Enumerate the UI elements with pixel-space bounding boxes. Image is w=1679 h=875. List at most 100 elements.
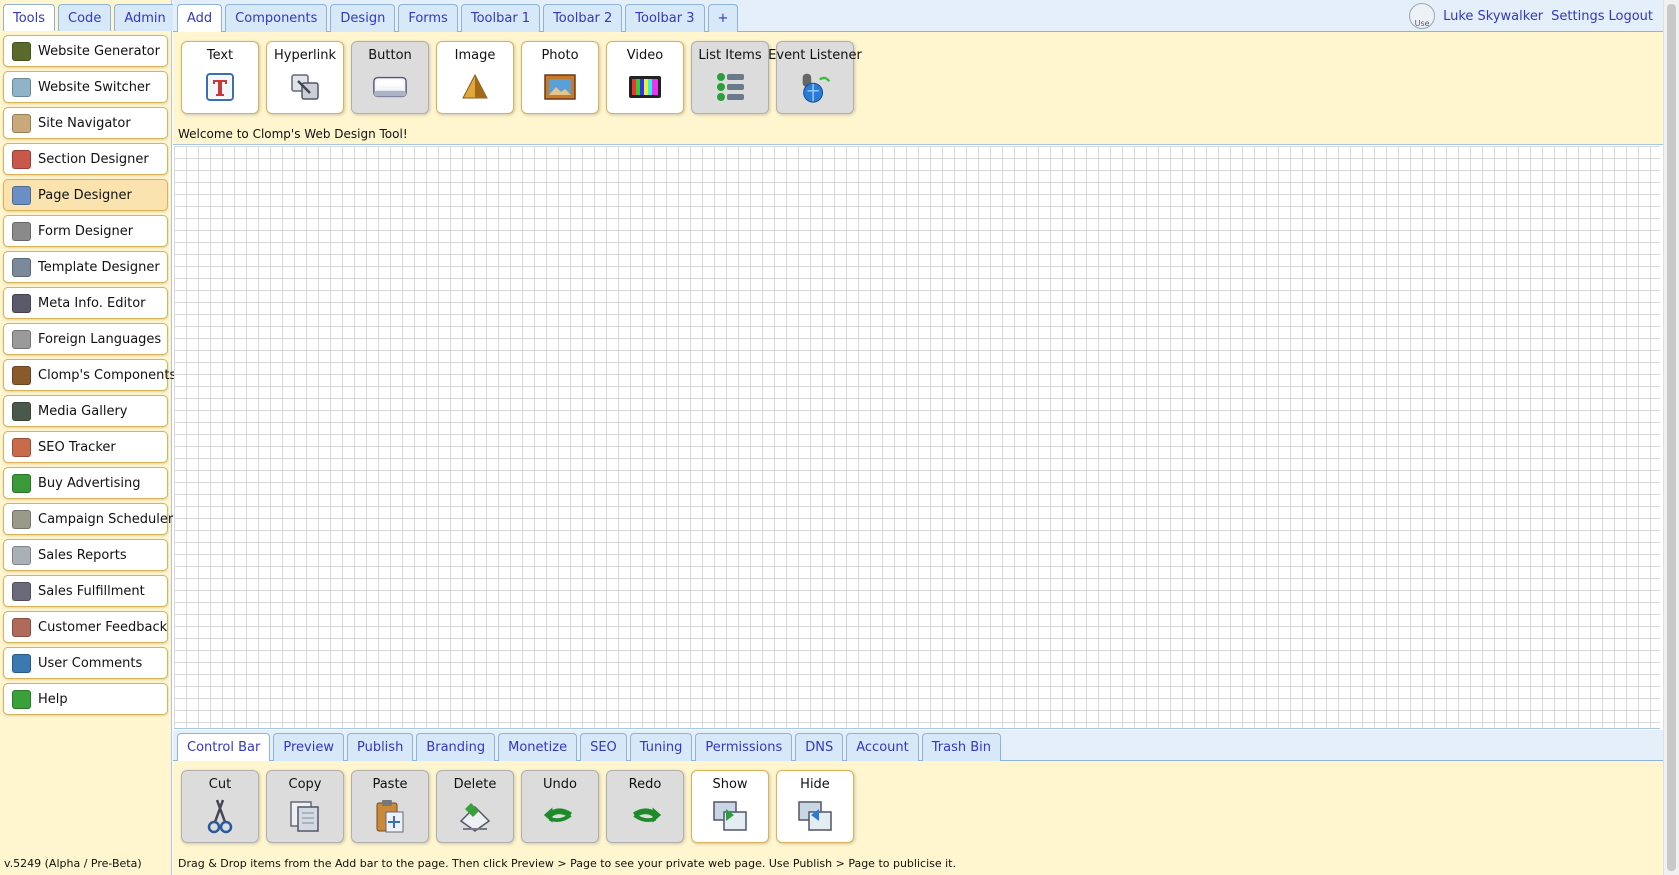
sidebar-item-site-navigator[interactable]: Site Navigator bbox=[3, 107, 168, 139]
tool-label: Delete bbox=[453, 777, 497, 792]
sidebar-item-label: Customer Feedback bbox=[38, 619, 168, 635]
user-avatar[interactable]: Use bbox=[1409, 3, 1436, 29]
site-navigator-icon bbox=[12, 113, 31, 133]
tab-admin[interactable]: Admin bbox=[114, 4, 176, 31]
hide-icon bbox=[797, 798, 833, 834]
sidebar-item-label: Help bbox=[38, 691, 68, 707]
sidebar-list: Website Generator Website Switcher Site Na… bbox=[3, 35, 176, 719]
sidebar-item-template-designer[interactable]: Template Designer bbox=[3, 251, 168, 283]
tab-dns[interactable]: DNS bbox=[795, 733, 844, 761]
redo-button[interactable]: Redo bbox=[606, 770, 684, 843]
tab-design[interactable]: Design bbox=[330, 4, 396, 32]
delete-button[interactable]: Delete bbox=[436, 770, 514, 843]
photo-button[interactable]: Photo bbox=[521, 41, 599, 114]
video-button[interactable]: Video bbox=[606, 41, 684, 114]
sales-fulfillment-icon bbox=[12, 581, 31, 601]
tab-toolbar-1[interactable]: Toolbar 1 bbox=[460, 4, 541, 32]
tab-add[interactable]: Add bbox=[177, 4, 223, 32]
scroll-thumb[interactable] bbox=[1667, 4, 1676, 871]
photo-icon bbox=[542, 69, 578, 105]
sidebar-item-label: Site Navigator bbox=[38, 115, 131, 131]
sales-reports-icon bbox=[12, 545, 31, 565]
tab-tools[interactable]: Tools bbox=[3, 4, 56, 31]
show-button[interactable]: Show bbox=[691, 770, 769, 843]
sidebar-item-label: Media Gallery bbox=[38, 403, 128, 419]
cut-button[interactable]: Cut bbox=[181, 770, 259, 843]
image-icon bbox=[457, 69, 493, 105]
copy-button[interactable]: Copy bbox=[266, 770, 344, 843]
sidebar-item-meta-info-editor[interactable]: Meta Info. Editor bbox=[3, 287, 168, 319]
tab-code[interactable]: Code bbox=[58, 4, 112, 31]
sidebar-item-label: User Comments bbox=[38, 655, 143, 671]
control-buttons-row: Cut Copy Paste Delete Undo Redo Show Hide bbox=[181, 770, 854, 843]
event-listener-button[interactable]: Event Listener bbox=[768, 41, 862, 114]
sidebar-item-clomp-s-components[interactable]: Clomp's Components bbox=[3, 359, 176, 391]
undo-icon bbox=[542, 798, 578, 834]
sidebar-item-label: Website Switcher bbox=[38, 79, 151, 95]
page-scrollbar[interactable] bbox=[1663, 0, 1679, 875]
sidebar-item-section-designer[interactable]: Section Designer bbox=[3, 143, 168, 175]
sidebar-item-campaign-scheduler[interactable]: Campaign Scheduler bbox=[3, 503, 173, 535]
tool-label: Undo bbox=[543, 777, 577, 792]
sidebar-item-help[interactable]: Help bbox=[3, 683, 168, 715]
sidebar-item-label: Buy Advertising bbox=[38, 475, 141, 491]
user-name-link[interactable]: Luke Skywalker bbox=[1443, 9, 1543, 24]
tab-forms[interactable]: Forms bbox=[398, 4, 458, 32]
sidebar-item-label: Website Generator bbox=[38, 43, 160, 59]
tab-permissions[interactable]: Permissions bbox=[695, 733, 793, 761]
text-button[interactable]: Text bbox=[181, 41, 259, 114]
tab-trash-bin[interactable]: Trash Bin bbox=[921, 733, 1002, 761]
components-icon bbox=[12, 365, 31, 385]
tool-label: Image bbox=[454, 48, 496, 63]
sidebar-item-seo-tracker[interactable]: SEO Tracker bbox=[3, 431, 168, 463]
tab-control-bar[interactable]: Control Bar bbox=[177, 733, 271, 761]
settings-link[interactable]: Settings bbox=[1551, 9, 1604, 24]
sidebar-item-customer-feedback[interactable]: Customer Feedback bbox=[3, 611, 168, 643]
video-icon bbox=[627, 69, 663, 105]
sidebar-item-sales-reports[interactable]: Sales Reports bbox=[3, 539, 168, 571]
hyperlink-button[interactable]: Hyperlink bbox=[266, 41, 344, 114]
tab-monetize[interactable]: Monetize bbox=[498, 733, 578, 761]
sidebar-item-website-generator[interactable]: Website Generator bbox=[3, 35, 168, 67]
sidebar-item-website-switcher[interactable]: Website Switcher bbox=[3, 71, 168, 103]
tab-toolbar-3[interactable]: Toolbar 3 bbox=[625, 4, 705, 32]
website-generator-icon bbox=[12, 41, 31, 61]
list-items-button[interactable]: List Items bbox=[691, 41, 769, 114]
logout-link[interactable]: Logout bbox=[1608, 9, 1653, 24]
sidebar-item-foreign-languages[interactable]: Foreign Languages bbox=[3, 323, 168, 355]
sidebar-item-label: Sales Fulfillment bbox=[38, 583, 145, 599]
button-icon bbox=[372, 69, 408, 105]
sidebar-item-form-designer[interactable]: Form Designer bbox=[3, 215, 168, 247]
tab-publish[interactable]: Publish bbox=[346, 733, 414, 761]
tool-label: Hide bbox=[800, 777, 830, 792]
list-items-icon bbox=[712, 69, 748, 105]
image-button[interactable]: Image bbox=[436, 41, 514, 114]
sidebar-item-label: Foreign Languages bbox=[38, 331, 162, 347]
tab-preview[interactable]: Preview bbox=[273, 733, 344, 761]
tab-seo[interactable]: SEO bbox=[580, 733, 627, 761]
button-button[interactable]: Button bbox=[351, 41, 429, 114]
section-designer-icon bbox=[12, 149, 31, 169]
paste-button[interactable]: Paste bbox=[351, 770, 429, 843]
scissors-icon bbox=[202, 798, 238, 834]
tool-label: Cut bbox=[208, 777, 232, 792]
hide-button[interactable]: Hide bbox=[776, 770, 854, 843]
design-canvas[interactable] bbox=[174, 146, 1660, 729]
tool-label: List Items bbox=[698, 48, 762, 63]
tab-add-toolbar[interactable]: + bbox=[707, 4, 739, 32]
tab-components[interactable]: Components bbox=[225, 4, 328, 32]
sidebar-item-label: Clomp's Components bbox=[38, 367, 177, 383]
tab-toolbar-2[interactable]: Toolbar 2 bbox=[543, 4, 623, 32]
sidebar-item-sales-fulfillment[interactable]: Sales Fulfillment bbox=[3, 575, 168, 607]
footer-hint: Drag & Drop items from the Add bar to th… bbox=[178, 857, 956, 870]
tab-tuning[interactable]: Tuning bbox=[629, 733, 693, 761]
sidebar-item-user-comments[interactable]: User Comments bbox=[3, 647, 168, 679]
sidebar-item-media-gallery[interactable]: Media Gallery bbox=[3, 395, 168, 427]
sidebar-item-buy-advertising[interactable]: Buy Advertising bbox=[3, 467, 168, 499]
sidebar-item-page-designer[interactable]: Page Designer bbox=[3, 179, 168, 211]
delete-icon bbox=[457, 798, 493, 834]
tab-account[interactable]: Account bbox=[846, 733, 919, 761]
undo-button[interactable]: Undo bbox=[521, 770, 599, 843]
tab-branding[interactable]: Branding bbox=[416, 733, 496, 761]
tool-label: Event Listener bbox=[768, 48, 862, 63]
